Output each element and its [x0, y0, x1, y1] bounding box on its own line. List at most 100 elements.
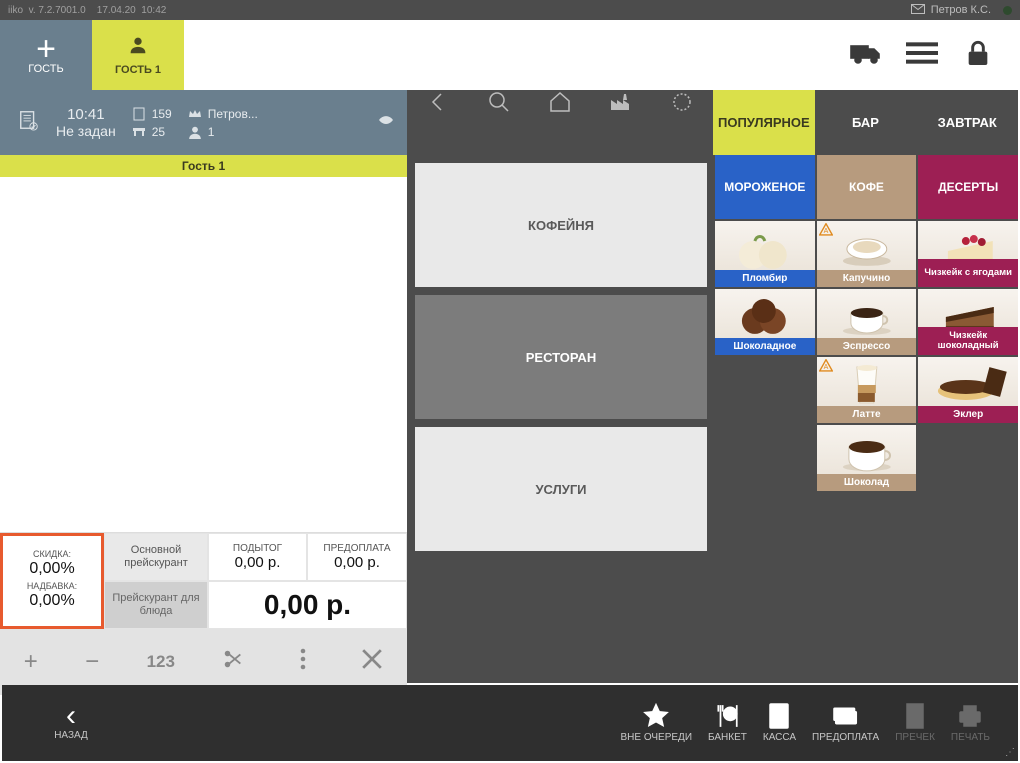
back-arrow-icon[interactable] [407, 90, 468, 155]
table-number: 25 [152, 125, 165, 139]
receipt-icon [132, 107, 146, 121]
product-latte[interactable]: A Латте [817, 357, 917, 423]
numpad-button[interactable]: 123 [147, 652, 175, 672]
header: + ГОСТЬ ГОСТЬ 1 [0, 20, 1020, 90]
subhead-coffee[interactable]: КОФЕ [817, 155, 917, 219]
product-cheesecake-berry[interactable]: Чизкейк с ягодами [918, 221, 1018, 287]
guest-band[interactable]: Гость 1 [0, 155, 407, 177]
footer-precheck-button[interactable]: ПРЕЧЕК [887, 703, 943, 743]
footer-back-button[interactable]: ‹ НАЗАД [2, 705, 122, 741]
new-guest-tab[interactable]: + ГОСТЬ [0, 20, 92, 90]
bigcat-services[interactable]: УСЛУГИ [415, 427, 707, 551]
guest-1-tab[interactable]: ГОСТЬ 1 [92, 20, 184, 90]
menu-icon[interactable] [906, 37, 938, 74]
footer-print-button[interactable]: ПЕЧАТЬ [943, 703, 998, 743]
markup-value: 0,00% [29, 592, 74, 610]
waiter-name: Петров... [208, 107, 258, 121]
lock-icon[interactable] [962, 37, 994, 74]
table-icon [132, 125, 146, 139]
money-icon [833, 703, 859, 729]
summary-panel: СКИДКА: 0,00% НАДБАВКА: 0,00% Основной п… [0, 532, 407, 629]
footer-prepay-button[interactable]: ПРЕДОПЛАТА [804, 703, 887, 743]
home-icon[interactable] [529, 90, 590, 155]
guest-band-label: Гость 1 [182, 159, 225, 173]
discount-markup-cell[interactable]: СКИДКА: 0,00% НАДБАВКА: 0,00% [0, 533, 104, 629]
mail-icon[interactable] [911, 4, 925, 17]
footer-banquet-button[interactable]: БАНКЕТ [700, 703, 755, 743]
prepay-label: ПРЕДОПЛАТА [323, 543, 390, 554]
maincat-bar[interactable]: БАР [815, 90, 917, 155]
search-icon[interactable] [468, 90, 529, 155]
subhead-icecream[interactable]: МОРОЖЕНОЕ [715, 155, 815, 219]
product-plombir[interactable]: Пломбир [715, 221, 815, 287]
pax-count: 1 [208, 125, 215, 139]
total-value: 0,00 р. [264, 589, 351, 621]
guest-1-label: ГОСТЬ 1 [115, 64, 161, 76]
order-status: Не задан [56, 123, 116, 139]
eye-icon[interactable] [379, 113, 393, 132]
calculator-icon [766, 703, 792, 729]
delete-button[interactable] [361, 648, 383, 677]
bill-number: 159 [152, 107, 172, 121]
dish-pricelist-button[interactable]: Прейскурант для блюда [104, 581, 208, 629]
subtotal-label: ПОДЫТОГ [233, 543, 282, 554]
maincat-breakfast[interactable]: ЗАВТРАК [916, 90, 1018, 155]
bigcat-restaurant[interactable]: РЕСТОРАН [415, 295, 707, 419]
status-dot [1003, 6, 1012, 15]
allergen-badge-icon: A [819, 359, 833, 373]
star-icon [643, 703, 669, 729]
current-user[interactable]: Петров К.С. [931, 4, 991, 16]
prepay-cell: ПРЕДОПЛАТА 0,00 р. [307, 533, 407, 581]
crown-icon [188, 107, 202, 121]
factory-icon[interactable] [591, 90, 652, 155]
receipt-icon [902, 703, 928, 729]
subtotal-cell: ПОДЫТОГ 0,00 р. [208, 533, 307, 581]
split-button[interactable] [222, 648, 244, 677]
app-date: 17.04.20 [97, 5, 136, 16]
subhead-desserts[interactable]: ДЕСЕРТЫ [918, 155, 1018, 219]
footer-queue-button[interactable]: ВНЕ ОЧЕРЕДИ [612, 703, 700, 743]
qty-minus-button[interactable]: − [85, 648, 99, 676]
maincat-popular[interactable]: ПОПУЛЯРНОЕ [713, 90, 815, 155]
product-espresso[interactable]: Эспрессо [817, 289, 917, 355]
bigcat-cafe[interactable]: КОФЕЙНЯ [415, 163, 707, 287]
prepay-value: 0,00 р. [334, 554, 380, 571]
product-eclair[interactable]: Эклер [918, 357, 1018, 423]
footer-bar: ‹ НАЗАД ВНЕ ОЧЕРЕДИ БАНКЕТ КАССА ПРЕДОПЛ… [2, 685, 1018, 761]
discount-value: 0,00% [29, 560, 74, 578]
new-guest-label: ГОСТЬ [28, 63, 63, 75]
order-items-area [0, 177, 407, 532]
pax-icon [188, 125, 202, 139]
svg-text:A: A [823, 364, 828, 371]
main-pricelist-button[interactable]: Основной прейскурант [104, 533, 208, 581]
markup-label: НАДБАВКА: [27, 581, 77, 591]
printer-icon [957, 703, 983, 729]
app-time: 10:42 [141, 5, 166, 16]
product-cheesecake-choco[interactable]: Чизкейк шоколадный [918, 289, 1018, 355]
plus-icon: + [36, 35, 56, 63]
list-check-icon [10, 109, 48, 136]
product-chocolate-ice[interactable]: Шоколадное [715, 289, 815, 355]
app-version: v. 7.2.7001.0 [29, 5, 86, 16]
person-icon [127, 34, 149, 62]
delivery-icon[interactable] [850, 37, 882, 74]
order-time: 10:41 [56, 106, 116, 123]
chevron-left-icon: ‹ [66, 705, 76, 727]
qty-plus-button[interactable]: + [24, 648, 38, 676]
discount-label: СКИДКА: [33, 549, 71, 559]
footer-cash-button[interactable]: КАССА [755, 703, 804, 743]
resize-grip-icon[interactable]: ⋰ [1005, 747, 1014, 758]
cutlery-icon [714, 703, 740, 729]
svg-text:A: A [823, 228, 828, 235]
allergen-badge-icon: A [819, 223, 833, 237]
gear-icon[interactable] [652, 90, 713, 155]
app-top-bar: iiko v. 7.2.7001.0 17.04.20 10:42 Петров… [0, 0, 1020, 20]
product-cappuccino[interactable]: A Капучино [817, 221, 917, 287]
app-name: iiko [8, 5, 23, 16]
more-button[interactable] [292, 648, 314, 677]
menu-area: ПОПУЛЯРНОЕ БАР ЗАВТРАК КОФЕЙНЯ РЕСТОРАН … [407, 90, 1018, 683]
subtotal-value: 0,00 р. [235, 554, 281, 571]
total-cell[interactable]: 0,00 р. [208, 581, 407, 629]
order-info-bar[interactable]: 10:41 Не задан 159 25 Петров... 1 [0, 90, 407, 155]
product-chocolate-drink[interactable]: Шоколад [817, 425, 917, 491]
